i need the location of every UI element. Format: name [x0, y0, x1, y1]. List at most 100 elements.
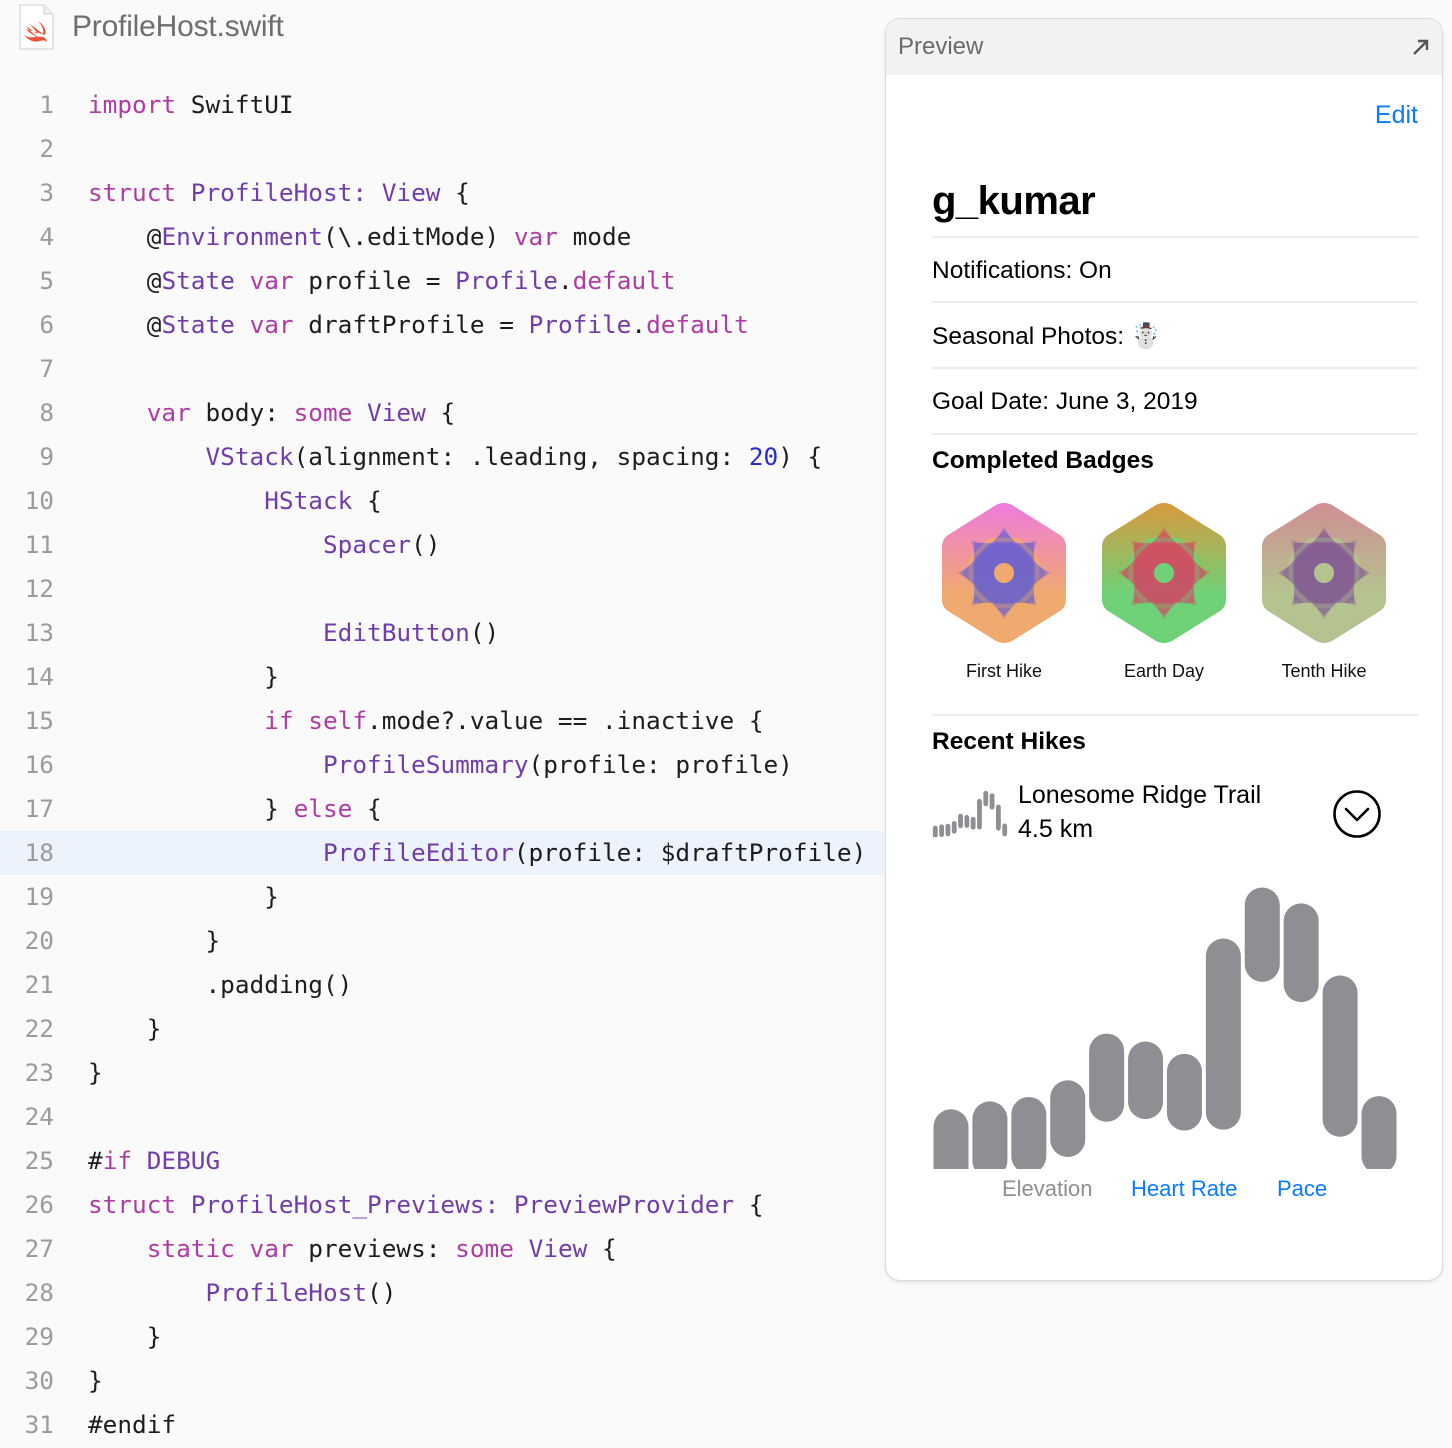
divider	[932, 367, 1418, 369]
code-token: (\.editMode)	[322, 222, 514, 251]
preview-title: Preview	[898, 33, 984, 60]
line-number: 8	[39, 398, 54, 427]
code-line[interactable]: 14 }	[0, 655, 884, 699]
code-text: struct ProfileHost_Previews: PreviewProv…	[88, 1183, 764, 1227]
code-token: State	[161, 266, 235, 295]
code-token: (profile: $draftProfile)	[513, 838, 867, 867]
code-line[interactable]: 10 HStack {	[0, 479, 884, 523]
arrow-up-right-icon[interactable]	[1410, 36, 1432, 58]
code-line[interactable]: 16 ProfileSummary(profile: profile)	[0, 743, 884, 787]
code-token: .	[631, 310, 647, 339]
code-text: ProfileSummary(profile: profile)	[88, 743, 793, 787]
code-line[interactable]: 23}	[0, 1051, 884, 1095]
code-line[interactable]: 27 static var previews: some View {	[0, 1227, 884, 1271]
code-token: ()	[469, 618, 500, 647]
code-token: #endif	[88, 1410, 177, 1439]
badge: Tenth Hike	[1258, 501, 1390, 682]
code-line[interactable]: 22 }	[0, 1007, 884, 1051]
code-text: ProfileHost()	[88, 1271, 396, 1315]
code-line[interactable]: 21 .padding()	[0, 963, 884, 1007]
edit-button[interactable]: Edit	[1375, 101, 1418, 130]
line-number: 3	[39, 178, 54, 207]
code-token: .	[557, 266, 573, 295]
sparkline-bar	[964, 815, 970, 828]
sparkline-bar	[995, 804, 1001, 831]
code-line[interactable]: 4 @Environment(\.editMode) var mode	[0, 215, 884, 259]
graph-bar	[1128, 1041, 1164, 1120]
line-number: 19	[24, 882, 54, 911]
code-token: PreviewProvider	[513, 1190, 735, 1219]
sparkline-bar	[977, 798, 982, 830]
code-line[interactable]: 20 }	[0, 919, 884, 963]
code-line[interactable]: 7	[0, 347, 884, 391]
badge: First Hike	[938, 501, 1070, 682]
code-token: State	[161, 310, 235, 339]
code-line[interactable]: 24	[0, 1095, 884, 1139]
code-line[interactable]: 12	[0, 567, 884, 611]
code-token: ProfileHost_Previews:	[190, 1190, 500, 1219]
line-number: 10	[24, 486, 54, 515]
divider	[932, 236, 1418, 238]
chevron-down-circle-icon[interactable]	[1332, 789, 1382, 839]
code-text: EditButton()	[88, 611, 499, 655]
code-line[interactable]: 5 @State var profile = Profile.default	[0, 259, 884, 303]
badge-label: First Hike	[966, 661, 1042, 681]
code-line[interactable]: 19 }	[0, 875, 884, 919]
code-token: profile =	[293, 266, 456, 295]
line-number: 31	[24, 1410, 54, 1439]
code-line[interactable]: 2	[0, 127, 884, 171]
sparkline-bar	[945, 823, 951, 837]
hike-sparkline-icon	[932, 790, 1008, 837]
code-token: Profile	[528, 310, 632, 339]
code-line[interactable]: 9 VStack(alignment: .leading, spacing: 2…	[0, 435, 884, 479]
code-line[interactable]: 25 #if DEBUG	[0, 1139, 884, 1183]
code-line[interactable]: 26 struct ProfileHost_Previews: PreviewPr…	[0, 1183, 884, 1227]
code-text: struct ProfileHost: View {	[88, 171, 470, 215]
segment-elevation[interactable]: Elevation	[1002, 1176, 1093, 1202]
code-line[interactable]: 30}	[0, 1359, 884, 1403]
code-line[interactable]: 11 Spacer()	[0, 523, 884, 567]
code-text: } else {	[88, 787, 382, 831]
code-line[interactable]: 8 var body: some View {	[0, 391, 884, 435]
badge: Earth Day	[1098, 501, 1230, 682]
code-line[interactable]: 13 EditButton()	[0, 611, 884, 655]
code-token: {	[352, 486, 382, 515]
code-text: var body: some View {	[88, 391, 455, 435]
segment-heart-rate[interactable]: Heart Rate	[1131, 1176, 1237, 1202]
line-number: 21	[24, 970, 54, 999]
hike-row[interactable]: Lonesome Ridge Trail 4.5 km	[932, 775, 1418, 855]
code-line[interactable]: 18 ProfileEditor(profile: $draftProfile)	[0, 831, 884, 875]
code-text: }	[88, 919, 220, 963]
code-line[interactable]: 31 #endif	[0, 1403, 884, 1447]
code-token: }	[88, 926, 221, 955]
sparkline-bar	[958, 813, 963, 829]
line-number: 28	[24, 1278, 54, 1307]
code-text: VStack(alignment: .leading, spacing: 20)…	[88, 435, 822, 479]
code-text: .padding()	[88, 963, 352, 1007]
code-text: ProfileEditor(profile: $draftProfile)	[88, 831, 866, 875]
code-line[interactable]: 15 if self.mode?.value == .inactive {	[0, 699, 884, 743]
code-line[interactable]: 29 }	[0, 1315, 884, 1359]
code-editor[interactable]: 1 import SwiftUI 2 3 struct ProfileHost: Vie…	[0, 83, 884, 1447]
code-line[interactable]: 6 @State var draftProfile = Profile.defa…	[0, 303, 884, 347]
code-line[interactable]: 17 } else {	[0, 787, 884, 831]
sparkline-bar	[983, 790, 989, 807]
graph-bar	[1361, 1096, 1397, 1169]
code-line[interactable]: 28 ProfileHost()	[0, 1271, 884, 1315]
code-token: .padding()	[88, 970, 353, 999]
segment-pace[interactable]: Pace	[1277, 1176, 1327, 1202]
line-number: 4	[39, 222, 54, 251]
code-text: if self.mode?.value == .inactive {	[88, 699, 763, 743]
code-text: HStack {	[88, 479, 382, 523]
badge-icon	[1262, 503, 1386, 643]
code-line[interactable]: 3 struct ProfileHost: View {	[0, 171, 884, 215]
code-line[interactable]: 1 import SwiftUI	[0, 83, 884, 127]
code-token: var	[249, 1234, 294, 1263]
line-number: 26	[24, 1190, 54, 1219]
